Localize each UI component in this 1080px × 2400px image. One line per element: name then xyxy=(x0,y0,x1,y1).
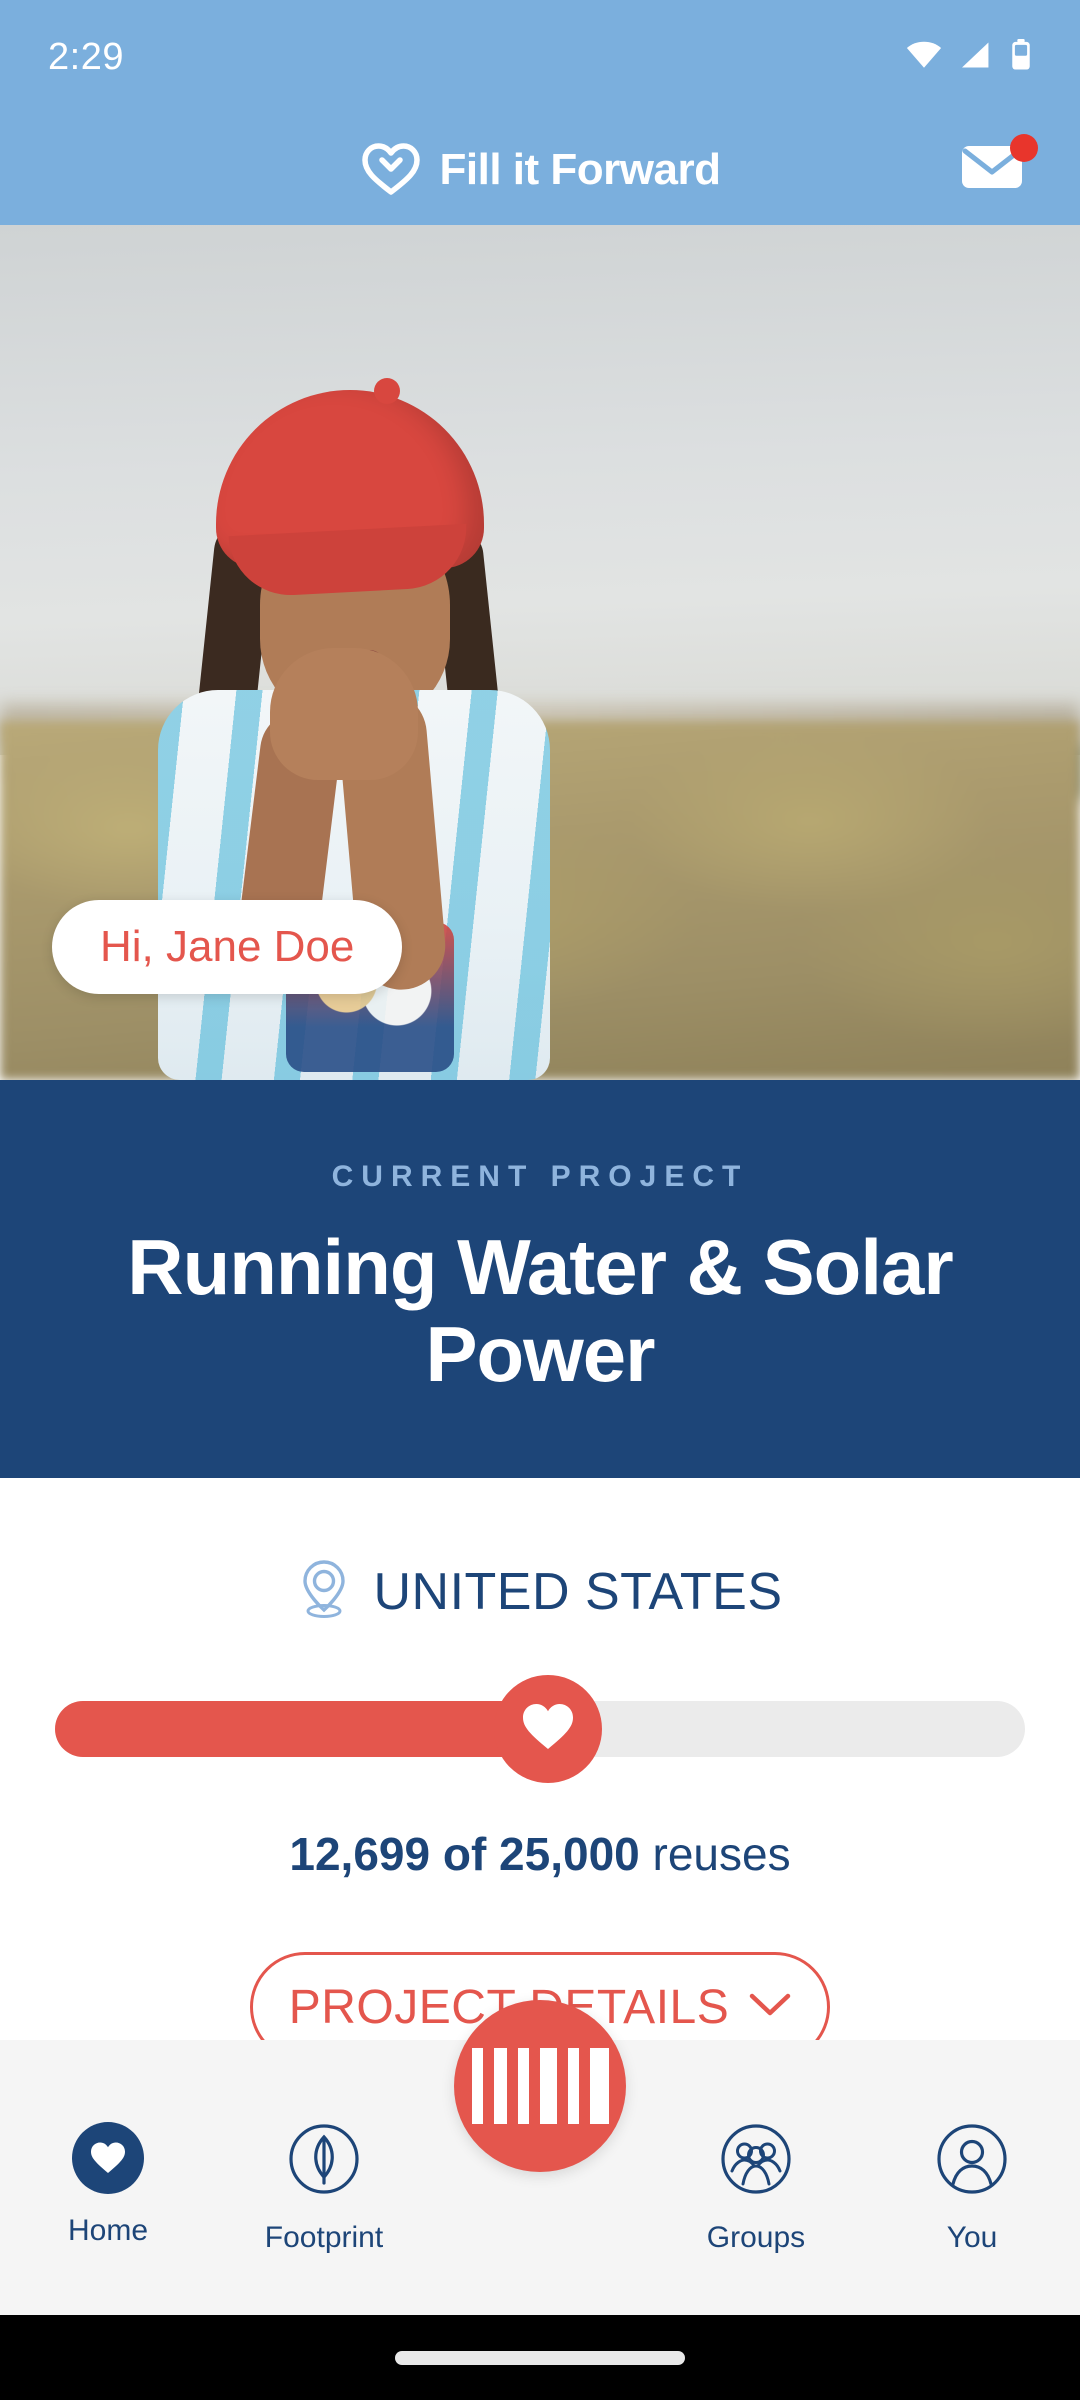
app-title: Fill it Forward xyxy=(439,145,721,194)
person-icon xyxy=(935,2122,1009,2201)
greeting-pill[interactable]: Hi, Jane Doe xyxy=(52,900,403,994)
reuse-count: 12,699 of 25,000 xyxy=(289,1828,640,1880)
nav-item-groups[interactable]: Groups xyxy=(648,2040,864,2255)
barcode-icon xyxy=(471,2048,609,2124)
greeting-text: Hi, Jane Doe xyxy=(100,922,355,971)
cellular-signal-icon xyxy=(960,41,992,74)
heart-recycle-icon xyxy=(360,141,422,200)
app-logo: Fill it Forward xyxy=(360,141,721,200)
nav-label-groups: Groups xyxy=(706,2221,806,2254)
reuse-progress-bar[interactable] xyxy=(55,1675,1025,1783)
battery-icon xyxy=(1010,39,1032,76)
people-group-icon xyxy=(719,2122,793,2201)
banner-eyebrow: CURRENT PROJECT xyxy=(331,1159,749,1193)
nav-item-home[interactable]: Home xyxy=(0,2040,216,2248)
wifi-icon xyxy=(906,41,942,74)
system-gesture-bar xyxy=(0,2315,1080,2400)
unread-badge xyxy=(1010,134,1038,162)
envelope-icon xyxy=(960,146,1024,196)
reuse-counter: 12,699 of 25,000 reuses xyxy=(0,1827,1080,1881)
status-bar: 2:29 xyxy=(0,0,1080,115)
project-location: UNITED STATES xyxy=(0,1558,1080,1625)
app-bar: Fill it Forward xyxy=(0,115,1080,225)
status-icons xyxy=(906,39,1032,76)
reuse-unit: reuses xyxy=(652,1828,791,1880)
nav-label-you: You xyxy=(946,2221,998,2254)
current-project-banner: CURRENT PROJECT Running Water & Solar Po… xyxy=(0,1080,1080,1478)
progress-thumb[interactable] xyxy=(493,1675,602,1783)
location-label: UNITED STATES xyxy=(373,1562,783,1621)
heart-icon xyxy=(72,2122,144,2194)
heart-icon xyxy=(520,1701,576,1758)
leaf-icon xyxy=(287,2122,361,2201)
home-indicator[interactable] xyxy=(395,2350,685,2365)
nav-label-home: Home xyxy=(67,2214,149,2247)
mail-button[interactable] xyxy=(960,134,1038,200)
location-pin-icon xyxy=(297,1558,351,1625)
nav-item-footprint[interactable]: Footprint xyxy=(216,2040,432,2255)
chevron-down-icon xyxy=(749,1992,791,2023)
status-time: 2:29 xyxy=(48,36,124,78)
project-title: Running Water & Solar Power xyxy=(127,1222,953,1398)
progress-fill xyxy=(55,1701,548,1757)
app-screen: 2:29 Fill it Forward Hi, Jane Doe CURREN… xyxy=(0,0,1080,2400)
scan-barcode-button[interactable] xyxy=(454,2000,626,2172)
nav-item-you[interactable]: You xyxy=(864,2040,1080,2255)
nav-label-footprint: Footprint xyxy=(264,2221,384,2254)
